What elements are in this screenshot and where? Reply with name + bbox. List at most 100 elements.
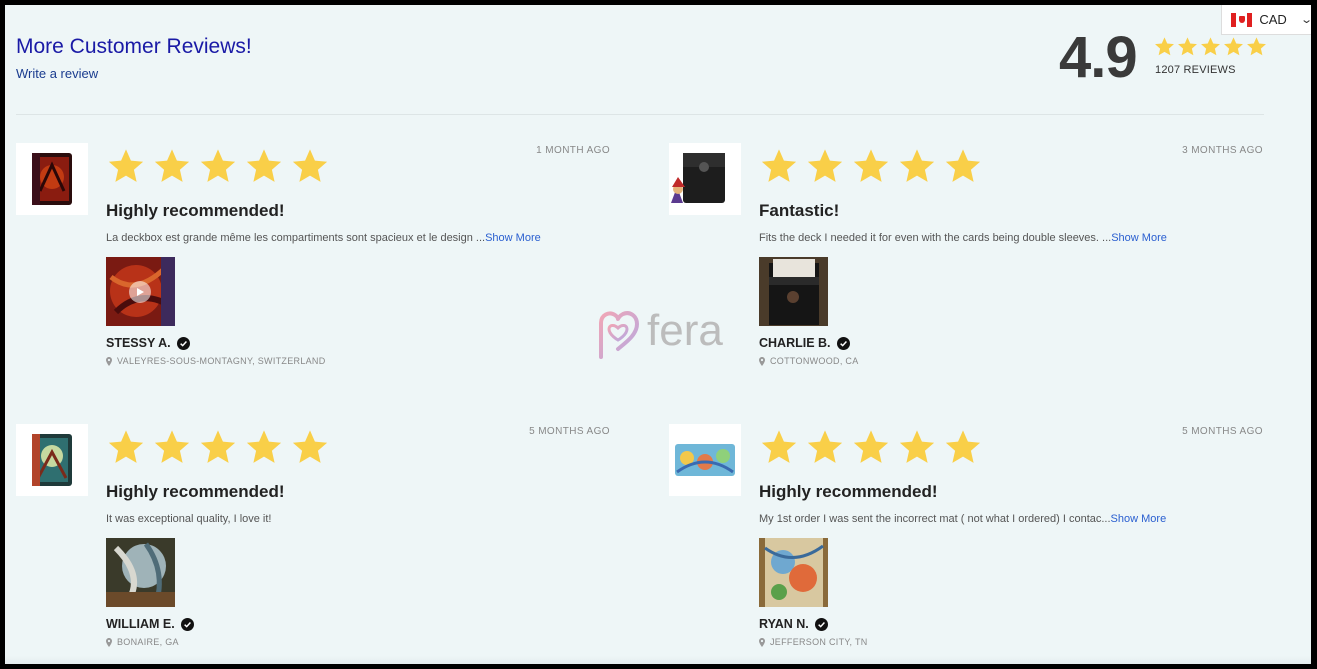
star-icon [1201, 37, 1220, 56]
star-icon [945, 430, 981, 463]
review-photo[interactable] [106, 538, 175, 607]
star-icon [200, 430, 236, 463]
star-icon [807, 149, 843, 182]
location-text: VALEYRES-SOUS-MONTAGNY, SWITZERLAND [117, 356, 326, 366]
star-icon [154, 149, 190, 182]
product-thumbnail[interactable] [669, 424, 741, 496]
review-stars [759, 147, 983, 185]
watermark-text: fera [647, 306, 723, 355]
divider [16, 114, 1264, 115]
page-title: More Customer Reviews! [16, 35, 252, 58]
review-stars [106, 428, 330, 466]
star-icon [853, 430, 889, 463]
review-stars [759, 428, 983, 466]
review-photo[interactable] [759, 538, 828, 607]
currency-selector[interactable]: CAD ⌄ [1221, 5, 1311, 35]
reviewer: RYAN N. [759, 617, 828, 631]
star-icon [899, 430, 935, 463]
star-icon [1247, 37, 1266, 56]
fera-watermark: fera [591, 306, 723, 361]
summary-stars [1154, 36, 1267, 57]
star-icon [108, 430, 144, 463]
star-icon [853, 149, 889, 182]
write-review-link[interactable]: Write a review [16, 66, 98, 81]
bottom-edge [5, 656, 1311, 664]
review-card: 5 MONTHS AGO Highly recommended! My 1st … [669, 424, 1269, 664]
review-text: My 1st order I was sent the incorrect ma… [759, 513, 1111, 525]
product-thumbnail[interactable] [669, 143, 741, 215]
star-icon [1224, 37, 1243, 56]
review-date: 5 MONTHS AGO [529, 426, 610, 437]
star-icon [761, 430, 797, 463]
reviewer-location: COTTONWOOD, CA [759, 356, 859, 366]
review-card: 3 MONTHS AGO Fantastic! Fits the deck I … [669, 143, 1269, 383]
location-pin-icon [106, 356, 112, 366]
product-thumbnail[interactable] [16, 143, 88, 215]
review-count: 1207 REVIEWS [1155, 64, 1236, 76]
chevron-down-icon: ⌄ [1300, 13, 1311, 26]
reviewer-name: RYAN N. [759, 617, 809, 631]
verified-badge-icon [814, 617, 828, 631]
review-title: Highly recommended! [759, 482, 938, 501]
location-text: BONAIRE, GA [117, 637, 179, 647]
star-icon [807, 430, 843, 463]
star-icon [108, 149, 144, 182]
star-icon [761, 149, 797, 182]
fera-heart-logo-icon [599, 311, 639, 359]
verified-badge-icon [836, 336, 850, 350]
review-date: 5 MONTHS AGO [1182, 426, 1263, 437]
review-body: Fits the deck I needed it for even with … [759, 232, 1167, 244]
review-text: It was exceptional quality, I love it! [106, 513, 272, 525]
reviewer: STESSY A. [106, 336, 190, 350]
reviewer-location: VALEYRES-SOUS-MONTAGNY, SWITZERLAND [106, 356, 326, 366]
star-icon [292, 430, 328, 463]
star-icon [1155, 37, 1174, 56]
star-icon [200, 149, 236, 182]
star-icon [1178, 37, 1197, 56]
review-title: Fantastic! [759, 201, 840, 220]
review-date: 1 MONTH AGO [536, 145, 610, 156]
location-pin-icon [106, 637, 112, 647]
currency-code: CAD [1259, 12, 1287, 27]
review-text: Fits the deck I needed it for even with … [759, 232, 1112, 244]
location-text: COTTONWOOD, CA [770, 356, 859, 366]
show-more-link[interactable]: Show More [485, 232, 541, 244]
review-stars [106, 147, 330, 185]
play-icon[interactable] [129, 281, 151, 303]
reviewer: WILLIAM E. [106, 617, 194, 631]
review-body: My 1st order I was sent the incorrect ma… [759, 513, 1166, 525]
verified-badge-icon [176, 336, 190, 350]
show-more-link[interactable]: Show More [1111, 513, 1167, 525]
star-icon [154, 430, 190, 463]
review-title: Highly recommended! [106, 482, 285, 501]
average-rating: 4.9 [1059, 25, 1138, 90]
star-icon [945, 149, 981, 182]
reviews-page: More Customer Reviews! Write a review 4.… [5, 5, 1311, 664]
review-body: La deckbox est grande même les compartim… [106, 232, 541, 244]
review-card: 5 MONTHS AGO Highly recommended! It was … [16, 424, 616, 664]
canada-flag-icon [1231, 12, 1253, 27]
review-title: Highly recommended! [106, 201, 285, 220]
review-date: 3 MONTHS AGO [1182, 145, 1263, 156]
reviewer-name: WILLIAM E. [106, 617, 175, 631]
show-more-link[interactable]: Show More [1111, 232, 1167, 244]
reviewer-location: BONAIRE, GA [106, 637, 179, 647]
star-icon [899, 149, 935, 182]
reviewer: CHARLIE B. [759, 336, 850, 350]
review-video[interactable] [106, 257, 175, 326]
verified-badge-icon [180, 617, 194, 631]
star-icon [246, 430, 282, 463]
location-pin-icon [759, 637, 765, 647]
reviewer-location: JEFFERSON CITY, TN [759, 637, 868, 647]
location-text: JEFFERSON CITY, TN [770, 637, 868, 647]
product-thumbnail[interactable] [16, 424, 88, 496]
location-pin-icon [759, 356, 765, 366]
review-body: It was exceptional quality, I love it! [106, 513, 272, 525]
reviewer-name: CHARLIE B. [759, 336, 831, 350]
star-icon [292, 149, 328, 182]
star-icon [246, 149, 282, 182]
review-text: La deckbox est grande même les compartim… [106, 232, 486, 244]
review-photo[interactable] [759, 257, 828, 326]
review-card: 1 MONTH AGO Highly recommended! La deckb… [16, 143, 616, 383]
reviewer-name: STESSY A. [106, 336, 171, 350]
